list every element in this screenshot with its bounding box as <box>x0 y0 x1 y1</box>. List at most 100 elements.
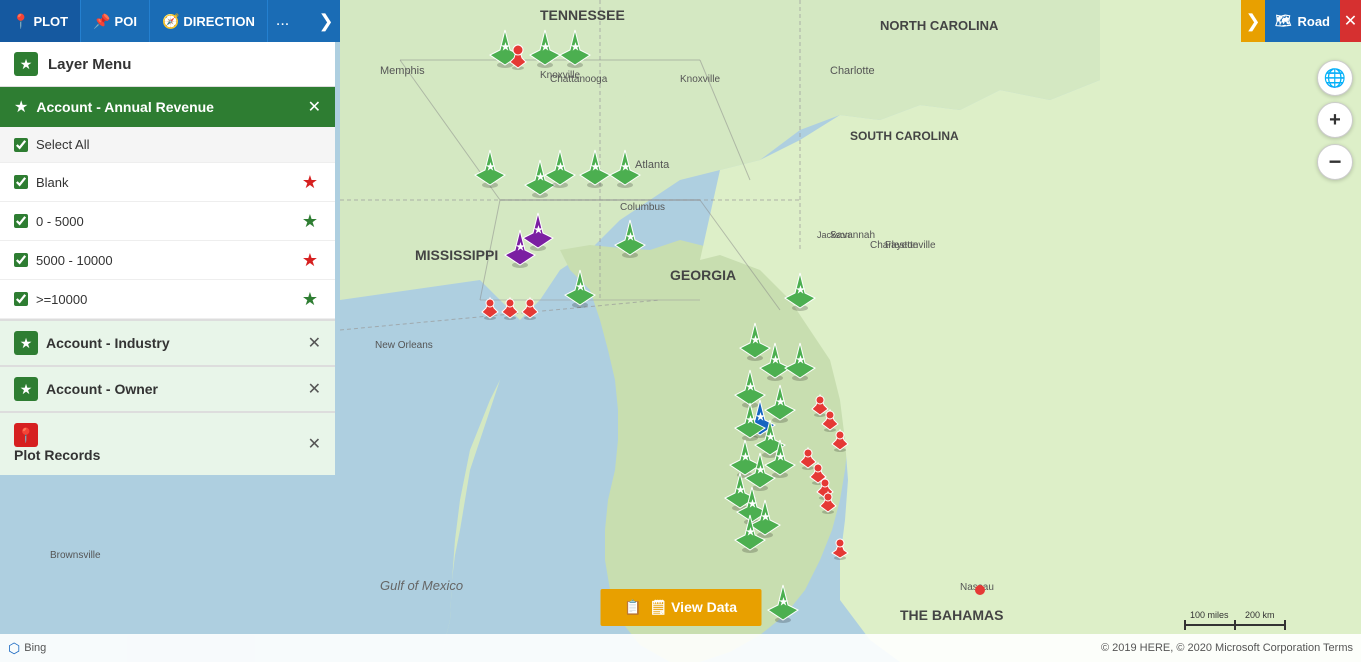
svg-text:★: ★ <box>779 597 788 608</box>
plot-records-header-left: 📍 Plot Records <box>14 423 100 465</box>
owner-icon: ★ <box>14 377 38 401</box>
svg-text:NORTH CAROLINA: NORTH CAROLINA <box>880 18 999 33</box>
direction-button[interactable]: 🧭 DIRECTION <box>150 0 268 42</box>
road-map-icon: 🗺 <box>1275 13 1292 29</box>
owner-close-button[interactable]: ✕ <box>308 379 321 399</box>
svg-text:★: ★ <box>576 282 585 293</box>
more-button[interactable]: ... <box>268 0 297 42</box>
zoom-out-button[interactable]: − <box>1317 144 1353 180</box>
bing-logo: ⬡ Bing <box>8 640 46 657</box>
globe-button[interactable]: 🌐 <box>1317 60 1353 96</box>
top-bar-right: ❯ 🗺 Road ✕ <box>1241 0 1361 42</box>
svg-text:★: ★ <box>534 225 543 236</box>
plot-records-close-button[interactable]: ✕ <box>308 434 321 454</box>
annual-revenue-close-button[interactable]: ✕ <box>308 97 321 117</box>
svg-text:★: ★ <box>751 335 760 346</box>
filter-row-0-5000: 0 - 5000 ★ <box>0 202 335 241</box>
svg-text:★: ★ <box>626 232 635 243</box>
close-top-right-button[interactable]: ✕ <box>1340 0 1361 42</box>
plot-records-title: Plot Records <box>14 447 100 463</box>
svg-text:★: ★ <box>748 499 757 510</box>
filter-blank-checkbox[interactable] <box>14 175 28 189</box>
svg-text:Knoxville: Knoxville <box>680 74 720 85</box>
industry-close-button[interactable]: ✕ <box>308 333 321 353</box>
filter-gte-10000-icon: ★ <box>299 288 321 310</box>
filter-gte-10000-checkbox[interactable] <box>14 292 28 306</box>
blank-star-icon: ★ <box>302 172 318 193</box>
svg-text:Atlanta: Atlanta <box>635 159 670 171</box>
svg-text:★: ★ <box>761 512 770 523</box>
filter-row-5000-10000: 5000 - 10000 ★ <box>0 241 335 280</box>
svg-text:SOUTH CAROLINA: SOUTH CAROLINA <box>850 129 959 143</box>
svg-text:New Orleans: New Orleans <box>375 340 433 351</box>
svg-text:★: ★ <box>571 42 580 53</box>
poi-button[interactable]: 📌 POI <box>81 0 150 42</box>
svg-text:100 miles: 100 miles <box>1190 610 1229 620</box>
copyright-text: © 2019 HERE, © 2020 Microsoft Corporatio… <box>1101 642 1353 654</box>
filter-0-5000-label: 0 - 5000 <box>36 214 84 229</box>
side-panel: ★ Layer Menu ★ Account - Annual Revenue … <box>0 42 335 475</box>
layer-menu-title: Layer Menu <box>48 56 131 73</box>
collapse-panel-button[interactable]: ❯ <box>312 0 340 42</box>
svg-text:TENNESSEE: TENNESSEE <box>540 7 625 23</box>
annual-revenue-title: Account - Annual Revenue <box>36 99 214 115</box>
direction-icon: 🧭 <box>162 13 179 30</box>
svg-text:★: ★ <box>796 285 805 296</box>
svg-text:★: ★ <box>771 355 780 366</box>
filter-5000-10000-label: 5000 - 10000 <box>36 253 113 268</box>
svg-text:Jackson: Jackson <box>817 230 850 240</box>
owner-title: Account - Owner <box>46 381 158 397</box>
svg-text:Memphis: Memphis <box>380 65 425 77</box>
filter-5000-10000-checkbox[interactable] <box>14 253 28 267</box>
filter-0-5000-checkbox[interactable] <box>14 214 28 228</box>
view-data-label: 🗒 View Data <box>649 599 737 616</box>
svg-text:★: ★ <box>796 355 805 366</box>
filter-0-5000-icon: ★ <box>299 210 321 232</box>
view-data-icon: 📋 <box>624 599 641 616</box>
filter-blank-icon: ★ <box>299 171 321 193</box>
svg-text:★: ★ <box>621 162 630 173</box>
select-all-checkbox[interactable] <box>14 138 28 152</box>
owner-header-left: ★ Account - Owner <box>14 377 158 401</box>
filter-5000-10000-icon: ★ <box>299 249 321 271</box>
poi-label: POI <box>115 14 137 29</box>
svg-text:★: ★ <box>591 162 600 173</box>
filter-row-0-5000-left: 0 - 5000 <box>14 214 84 229</box>
select-all-row: Select All <box>0 127 335 163</box>
filter-blank-label: Blank <box>36 175 69 190</box>
svg-text:GEORGIA: GEORGIA <box>670 267 736 283</box>
annual-revenue-header: ★ Account - Annual Revenue ✕ <box>0 87 335 127</box>
svg-text:★: ★ <box>536 172 545 183</box>
poi-icon: 📌 <box>93 13 110 30</box>
svg-text:Gulf of Mexico: Gulf of Mexico <box>380 578 463 593</box>
plot-records-section-header: 📍 Plot Records ✕ <box>0 411 335 475</box>
svg-text:★: ★ <box>746 382 755 393</box>
right-controls: 🌐 + − <box>1317 60 1353 180</box>
bing-text: Bing <box>24 642 46 654</box>
filter-row-blank-left: Blank <box>14 175 69 190</box>
zoom-in-button[interactable]: + <box>1317 102 1353 138</box>
annual-revenue-header-left: ★ Account - Annual Revenue <box>14 97 214 117</box>
industry-title: Account - Industry <box>46 335 170 351</box>
svg-text:MISSISSIPPI: MISSISSIPPI <box>415 247 498 263</box>
industry-section-header: ★ Account - Industry ✕ <box>0 319 335 365</box>
svg-text:★: ★ <box>746 527 755 538</box>
svg-text:Fayetteville: Fayetteville <box>885 240 936 251</box>
owner-section-header: ★ Account - Owner ✕ <box>0 365 335 411</box>
svg-text:★: ★ <box>486 162 495 173</box>
view-data-button[interactable]: 📋 🗒 View Data <box>600 589 761 626</box>
plot-button[interactable]: 📍 PLOT <box>0 0 81 42</box>
svg-text:★: ★ <box>741 452 750 463</box>
annual-revenue-section: ★ Account - Annual Revenue ✕ Select All … <box>0 87 335 319</box>
svg-text:★: ★ <box>516 242 525 253</box>
svg-text:★: ★ <box>541 42 550 53</box>
0-5000-star-icon: ★ <box>302 211 318 232</box>
layer-menu-icon: ★ <box>14 52 38 76</box>
gte-10000-star-icon: ★ <box>302 289 318 310</box>
filter-row-5000-10000-left: 5000 - 10000 <box>14 253 113 268</box>
expand-right-button[interactable]: ❯ <box>1241 0 1265 42</box>
filter-row-gte-10000-left: >=10000 <box>14 292 87 307</box>
road-label: Road <box>1298 14 1331 29</box>
top-navigation-bar: 📍 PLOT 📌 POI 🧭 DIRECTION ... ❯ <box>0 0 340 42</box>
road-mode-button[interactable]: 🗺 Road <box>1265 0 1340 42</box>
